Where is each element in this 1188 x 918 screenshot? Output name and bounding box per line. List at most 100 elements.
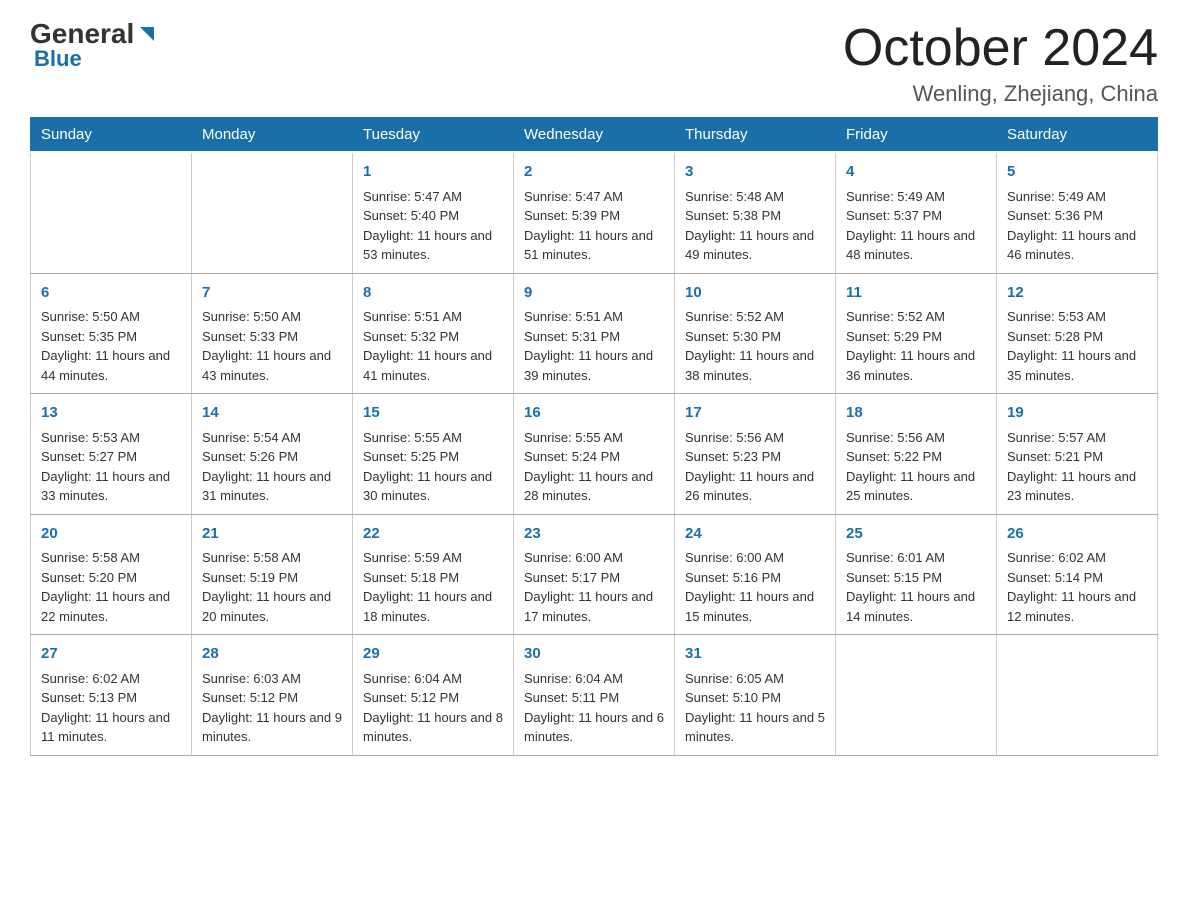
sun-info: Sunrise: 5:47 AMSunset: 5:39 PMDaylight:… [524, 187, 664, 265]
sun-info: Sunrise: 5:55 AMSunset: 5:25 PMDaylight:… [363, 428, 503, 506]
day-number: 14 [202, 402, 342, 425]
sun-info: Sunrise: 5:57 AMSunset: 5:21 PMDaylight:… [1007, 428, 1147, 506]
sun-info: Sunrise: 5:49 AMSunset: 5:36 PMDaylight:… [1007, 187, 1147, 265]
calendar-cell: 4 Sunrise: 5:49 AMSunset: 5:37 PMDaylight… [836, 152, 997, 273]
sun-info: Sunrise: 5:52 AMSunset: 5:30 PMDaylight:… [685, 307, 825, 385]
logo-general-text: General [30, 20, 134, 48]
day-number: 16 [524, 402, 664, 425]
day-number: 27 [41, 643, 181, 666]
day-number: 20 [41, 523, 181, 546]
calendar-cell: 7Sunrise: 5:50 AMSunset: 5:33 PMDaylight… [192, 273, 353, 394]
calendar-cell: 20Sunrise: 5:58 AMSunset: 5:20 PMDayligh… [31, 514, 192, 635]
calendar-cell: 24Sunrise: 6:00 AMSunset: 5:16 PMDayligh… [675, 514, 836, 635]
calendar-cell: 2 Sunrise: 5:47 AMSunset: 5:39 PMDaylight… [514, 152, 675, 273]
calendar-cell [997, 635, 1158, 756]
day-number: 29 [363, 643, 503, 666]
day-number: 30 [524, 643, 664, 666]
calendar-table: Sunday Monday Tuesday Wednesday Thursday… [30, 117, 1158, 756]
sun-info: Sunrise: 6:01 AMSunset: 5:15 PMDaylight:… [846, 548, 986, 626]
day-number: 12 [1007, 282, 1147, 305]
sun-info: Sunrise: 6:00 AMSunset: 5:16 PMDaylight:… [685, 548, 825, 626]
day-number: 11 [846, 282, 986, 305]
calendar-week-row: 1Sunrise: 5:47 AMSunset: 5:40 PMDaylight… [31, 152, 1158, 273]
calendar-week-row: 13Sunrise: 5:53 AMSunset: 5:27 PMDayligh… [31, 394, 1158, 515]
day-number: 17 [685, 402, 825, 425]
logo-arrow-icon [136, 23, 158, 45]
sun-info: Sunrise: 5:52 AMSunset: 5:29 PMDaylight:… [846, 307, 986, 385]
calendar-cell: 29 Sunrise: 6:04 AMSunset: 5:12 PMDayligh… [353, 635, 514, 756]
day-number: 10 [685, 282, 825, 305]
sun-info: Sunrise: 5:50 AMSunset: 5:35 PMDaylight:… [41, 307, 181, 385]
location-subtitle: Wenling, Zhejiang, China [843, 81, 1158, 107]
col-tuesday: Tuesday [353, 118, 514, 153]
calendar-cell: 11Sunrise: 5:52 AMSunset: 5:29 PMDayligh… [836, 273, 997, 394]
sun-info: Sunrise: 5:58 AMSunset: 5:19 PMDaylight:… [202, 548, 342, 626]
calendar-cell: 14 Sunrise: 5:54 AMSunset: 5:26 PMDayligh… [192, 394, 353, 515]
calendar-cell: 23Sunrise: 6:00 AMSunset: 5:17 PMDayligh… [514, 514, 675, 635]
calendar-cell: 3 Sunrise: 5:48 AMSunset: 5:38 PMDaylight… [675, 152, 836, 273]
calendar-week-row: 27Sunrise: 6:02 AMSunset: 5:13 PMDayligh… [31, 635, 1158, 756]
calendar-cell [836, 635, 997, 756]
calendar-cell: 10Sunrise: 5:52 AMSunset: 5:30 PMDayligh… [675, 273, 836, 394]
calendar-cell: 25Sunrise: 6:01 AMSunset: 5:15 PMDayligh… [836, 514, 997, 635]
day-number: 2 [524, 161, 664, 184]
sun-info: Sunrise: 6:04 AMSunset: 5:12 PMDaylight:… [363, 669, 503, 747]
calendar-cell: 6Sunrise: 5:50 AMSunset: 5:35 PMDaylight… [31, 273, 192, 394]
day-number: 24 [685, 523, 825, 546]
sun-info: Sunrise: 5:50 AMSunset: 5:33 PMDaylight:… [202, 307, 342, 385]
calendar-cell: 31Sunrise: 6:05 AMSunset: 5:10 PMDayligh… [675, 635, 836, 756]
calendar-cell: 9Sunrise: 5:51 AMSunset: 5:31 PMDaylight… [514, 273, 675, 394]
day-number: 13 [41, 402, 181, 425]
day-number: 26 [1007, 523, 1147, 546]
sun-info: Sunrise: 5:48 AMSunset: 5:38 PMDaylight:… [685, 187, 825, 265]
calendar-cell: 19 Sunrise: 5:57 AMSunset: 5:21 PMDayligh… [997, 394, 1158, 515]
day-number: 15 [363, 402, 503, 425]
title-section: October 2024 Wenling, Zhejiang, China [843, 20, 1158, 107]
day-number: 6 [41, 282, 181, 305]
calendar-week-row: 20Sunrise: 5:58 AMSunset: 5:20 PMDayligh… [31, 514, 1158, 635]
calendar-cell: 16 Sunrise: 5:55 AMSunset: 5:24 PMDayligh… [514, 394, 675, 515]
calendar-cell: 1Sunrise: 5:47 AMSunset: 5:40 PMDaylight… [353, 152, 514, 273]
calendar-cell: 13Sunrise: 5:53 AMSunset: 5:27 PMDayligh… [31, 394, 192, 515]
day-number: 3 [685, 161, 825, 184]
col-friday: Friday [836, 118, 997, 153]
sun-info: Sunrise: 5:58 AMSunset: 5:20 PMDaylight:… [41, 548, 181, 626]
col-sunday: Sunday [31, 118, 192, 153]
calendar-body: 1Sunrise: 5:47 AMSunset: 5:40 PMDaylight… [31, 152, 1158, 755]
calendar-cell: 28Sunrise: 6:03 AMSunset: 5:12 PMDayligh… [192, 635, 353, 756]
calendar-cell: 12Sunrise: 5:53 AMSunset: 5:28 PMDayligh… [997, 273, 1158, 394]
day-number: 7 [202, 282, 342, 305]
sun-info: Sunrise: 6:02 AMSunset: 5:14 PMDaylight:… [1007, 548, 1147, 626]
col-saturday: Saturday [997, 118, 1158, 153]
logo-blue-text: Blue [34, 46, 82, 72]
sun-info: Sunrise: 5:54 AMSunset: 5:26 PMDaylight:… [202, 428, 342, 506]
sun-info: Sunrise: 5:51 AMSunset: 5:32 PMDaylight:… [363, 307, 503, 385]
day-number: 22 [363, 523, 503, 546]
sun-info: Sunrise: 6:00 AMSunset: 5:17 PMDaylight:… [524, 548, 664, 626]
day-number: 19 [1007, 402, 1147, 425]
sun-info: Sunrise: 5:59 AMSunset: 5:18 PMDaylight:… [363, 548, 503, 626]
day-number: 18 [846, 402, 986, 425]
sun-info: Sunrise: 5:51 AMSunset: 5:31 PMDaylight:… [524, 307, 664, 385]
sun-info: Sunrise: 5:49 AMSunset: 5:37 PMDaylight:… [846, 187, 986, 265]
calendar-cell: 8Sunrise: 5:51 AMSunset: 5:32 PMDaylight… [353, 273, 514, 394]
day-number: 8 [363, 282, 503, 305]
calendar-cell: 26Sunrise: 6:02 AMSunset: 5:14 PMDayligh… [997, 514, 1158, 635]
calendar-cell [192, 152, 353, 273]
sun-info: Sunrise: 6:05 AMSunset: 5:10 PMDaylight:… [685, 669, 825, 747]
sun-info: Sunrise: 5:53 AMSunset: 5:28 PMDaylight:… [1007, 307, 1147, 385]
calendar-cell: 18 Sunrise: 5:56 AMSunset: 5:22 PMDayligh… [836, 394, 997, 515]
calendar-cell: 22Sunrise: 5:59 AMSunset: 5:18 PMDayligh… [353, 514, 514, 635]
logo: General Blue [30, 20, 158, 72]
calendar-cell: 5Sunrise: 5:49 AMSunset: 5:36 PMDaylight… [997, 152, 1158, 273]
sun-info: Sunrise: 5:55 AMSunset: 5:24 PMDaylight:… [524, 428, 664, 506]
day-number: 4 [846, 161, 986, 184]
day-number: 1 [363, 161, 503, 184]
calendar-cell [31, 152, 192, 273]
sun-info: Sunrise: 5:56 AMSunset: 5:22 PMDaylight:… [846, 428, 986, 506]
day-number: 21 [202, 523, 342, 546]
day-number: 28 [202, 643, 342, 666]
calendar-cell: 30Sunrise: 6:04 AMSunset: 5:11 PMDayligh… [514, 635, 675, 756]
col-wednesday: Wednesday [514, 118, 675, 153]
day-number: 23 [524, 523, 664, 546]
